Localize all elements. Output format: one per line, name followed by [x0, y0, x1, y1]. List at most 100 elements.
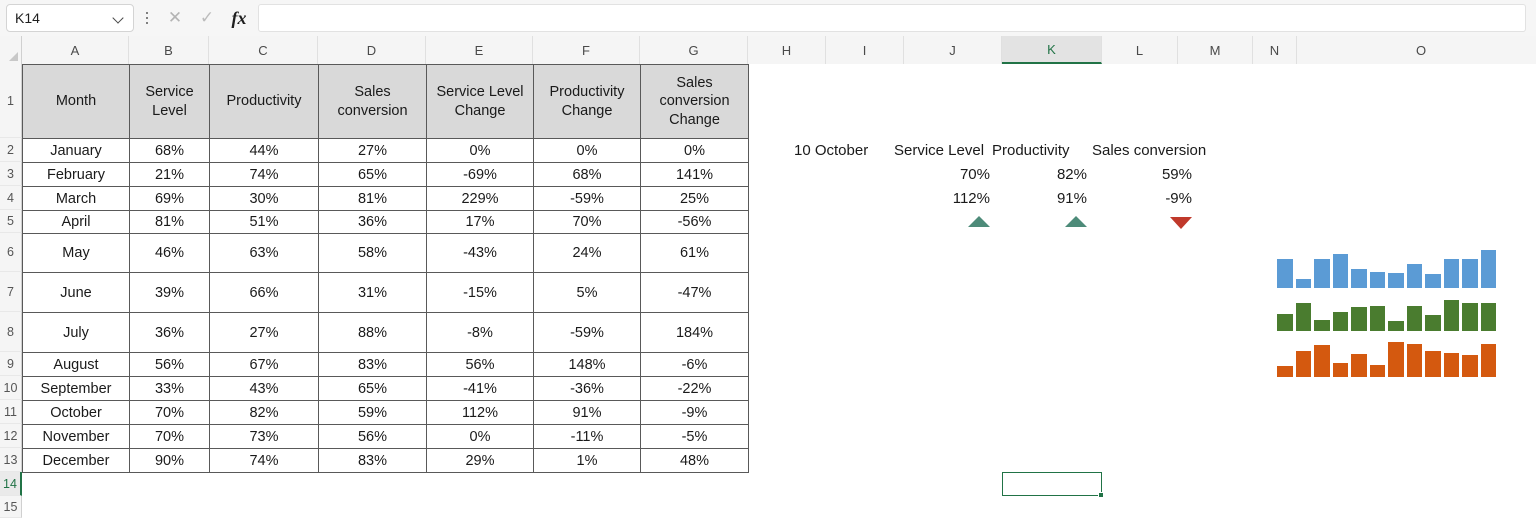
table-cell-month[interactable]: November [22, 424, 130, 449]
table-cell-value[interactable]: 88% [318, 312, 427, 353]
table-cell-value[interactable]: -59% [533, 312, 641, 353]
table-cell-value[interactable]: 0% [640, 138, 749, 163]
table-header-cell[interactable]: Productivity Change [533, 64, 641, 139]
table-cell-value[interactable]: 112% [426, 400, 534, 425]
table-header-cell[interactable]: Service Level [129, 64, 210, 139]
sparkline-chart[interactable] [1277, 337, 1499, 377]
column-header-b[interactable]: B [129, 36, 209, 64]
table-cell-value[interactable]: -69% [426, 162, 534, 187]
close-icon[interactable]: ✕ [160, 4, 190, 32]
table-cell-value[interactable]: 65% [318, 162, 427, 187]
sparkline-chart[interactable] [1277, 293, 1499, 331]
column-header-h[interactable]: H [748, 36, 826, 64]
name-box[interactable]: K14 [6, 4, 134, 32]
table-cell-month[interactable]: August [22, 352, 130, 377]
table-cell-value[interactable]: 1% [533, 448, 641, 473]
table-cell-month[interactable]: July [22, 312, 130, 353]
table-cell-month[interactable]: March [22, 186, 130, 211]
table-cell-value[interactable]: -8% [426, 312, 534, 353]
row-header-12[interactable]: 12 [0, 424, 22, 448]
table-cell-value[interactable]: 90% [129, 448, 210, 473]
table-cell-value[interactable]: 30% [209, 186, 319, 211]
table-cell-value[interactable]: -22% [640, 376, 749, 401]
column-header-o[interactable]: O [1297, 36, 1536, 64]
table-cell-value[interactable]: -41% [426, 376, 534, 401]
table-cell-value[interactable]: 5% [533, 272, 641, 313]
function-icon[interactable]: fx [224, 4, 254, 32]
table-cell-value[interactable]: 0% [426, 424, 534, 449]
table-header-cell[interactable]: Sales conversion Change [640, 64, 749, 139]
table-cell-value[interactable]: -15% [426, 272, 534, 313]
table-cell-value[interactable]: 39% [129, 272, 210, 313]
table-cell-value[interactable]: 73% [209, 424, 319, 449]
column-header-g[interactable]: G [640, 36, 748, 64]
table-cell-value[interactable]: 66% [209, 272, 319, 313]
row-header-10[interactable]: 10 [0, 376, 22, 400]
table-cell-month[interactable]: April [22, 210, 130, 234]
table-cell-value[interactable]: 56% [318, 424, 427, 449]
table-cell-value[interactable]: 21% [129, 162, 210, 187]
table-cell-value[interactable]: -11% [533, 424, 641, 449]
column-header-l[interactable]: L [1102, 36, 1178, 64]
column-header-m[interactable]: M [1178, 36, 1253, 64]
column-header-c[interactable]: C [209, 36, 318, 64]
table-cell-value[interactable]: 33% [129, 376, 210, 401]
table-cell-value[interactable]: 81% [129, 210, 210, 234]
table-cell-month[interactable]: May [22, 233, 130, 273]
table-cell-value[interactable]: -47% [640, 272, 749, 313]
table-cell-value[interactable]: 48% [640, 448, 749, 473]
table-cell-month[interactable]: September [22, 376, 130, 401]
table-cell-value[interactable]: 83% [318, 352, 427, 377]
table-cell-value[interactable]: 17% [426, 210, 534, 234]
table-cell-value[interactable]: 68% [129, 138, 210, 163]
table-cell-value[interactable]: 63% [209, 233, 319, 273]
table-cell-value[interactable]: 0% [426, 138, 534, 163]
row-header-6[interactable]: 6 [0, 233, 22, 272]
table-cell-value[interactable]: 184% [640, 312, 749, 353]
more-options-icon[interactable] [136, 4, 158, 32]
table-cell-value[interactable]: 59% [318, 400, 427, 425]
row-header-3[interactable]: 3 [0, 162, 22, 186]
column-header-f[interactable]: F [533, 36, 640, 64]
table-cell-value[interactable]: -9% [640, 400, 749, 425]
table-cell-month[interactable]: December [22, 448, 130, 473]
table-cell-value[interactable]: 58% [318, 233, 427, 273]
table-cell-value[interactable]: 25% [640, 186, 749, 211]
table-cell-month[interactable]: January [22, 138, 130, 163]
table-cell-value[interactable]: 68% [533, 162, 641, 187]
table-cell-value[interactable]: 91% [533, 400, 641, 425]
check-icon[interactable]: ✓ [192, 4, 222, 32]
formula-input[interactable] [258, 4, 1526, 32]
row-header-2[interactable]: 2 [0, 138, 22, 162]
table-cell-value[interactable]: -5% [640, 424, 749, 449]
table-cell-value[interactable]: 65% [318, 376, 427, 401]
column-header-k[interactable]: K [1002, 36, 1102, 64]
table-cell-value[interactable]: 31% [318, 272, 427, 313]
table-cell-value[interactable]: 46% [129, 233, 210, 273]
table-cell-value[interactable]: 141% [640, 162, 749, 187]
table-cell-value[interactable]: -56% [640, 210, 749, 234]
table-cell-value[interactable]: 44% [209, 138, 319, 163]
table-cell-value[interactable]: 81% [318, 186, 427, 211]
table-cell-value[interactable]: -36% [533, 376, 641, 401]
row-header-7[interactable]: 7 [0, 272, 22, 312]
table-cell-value[interactable]: 83% [318, 448, 427, 473]
table-header-cell[interactable]: Sales conversion [318, 64, 427, 139]
table-header-cell[interactable]: Productivity [209, 64, 319, 139]
table-cell-value[interactable]: 148% [533, 352, 641, 377]
table-cell-value[interactable]: -6% [640, 352, 749, 377]
table-cell-value[interactable]: 0% [533, 138, 641, 163]
fill-handle[interactable] [1098, 492, 1104, 498]
table-cell-value[interactable]: -59% [533, 186, 641, 211]
row-header-15[interactable]: 15 [0, 496, 22, 518]
column-header-i[interactable]: I [826, 36, 904, 64]
selected-cell[interactable] [1002, 472, 1102, 496]
table-cell-value[interactable]: 24% [533, 233, 641, 273]
table-header-cell[interactable]: Month [22, 64, 130, 139]
table-cell-value[interactable]: 67% [209, 352, 319, 377]
row-header-14[interactable]: 14 [0, 472, 22, 496]
table-header-cell[interactable]: Service Level Change [426, 64, 534, 139]
row-header-1[interactable]: 1 [0, 64, 22, 138]
table-cell-value[interactable]: 29% [426, 448, 534, 473]
table-cell-value[interactable]: 56% [426, 352, 534, 377]
